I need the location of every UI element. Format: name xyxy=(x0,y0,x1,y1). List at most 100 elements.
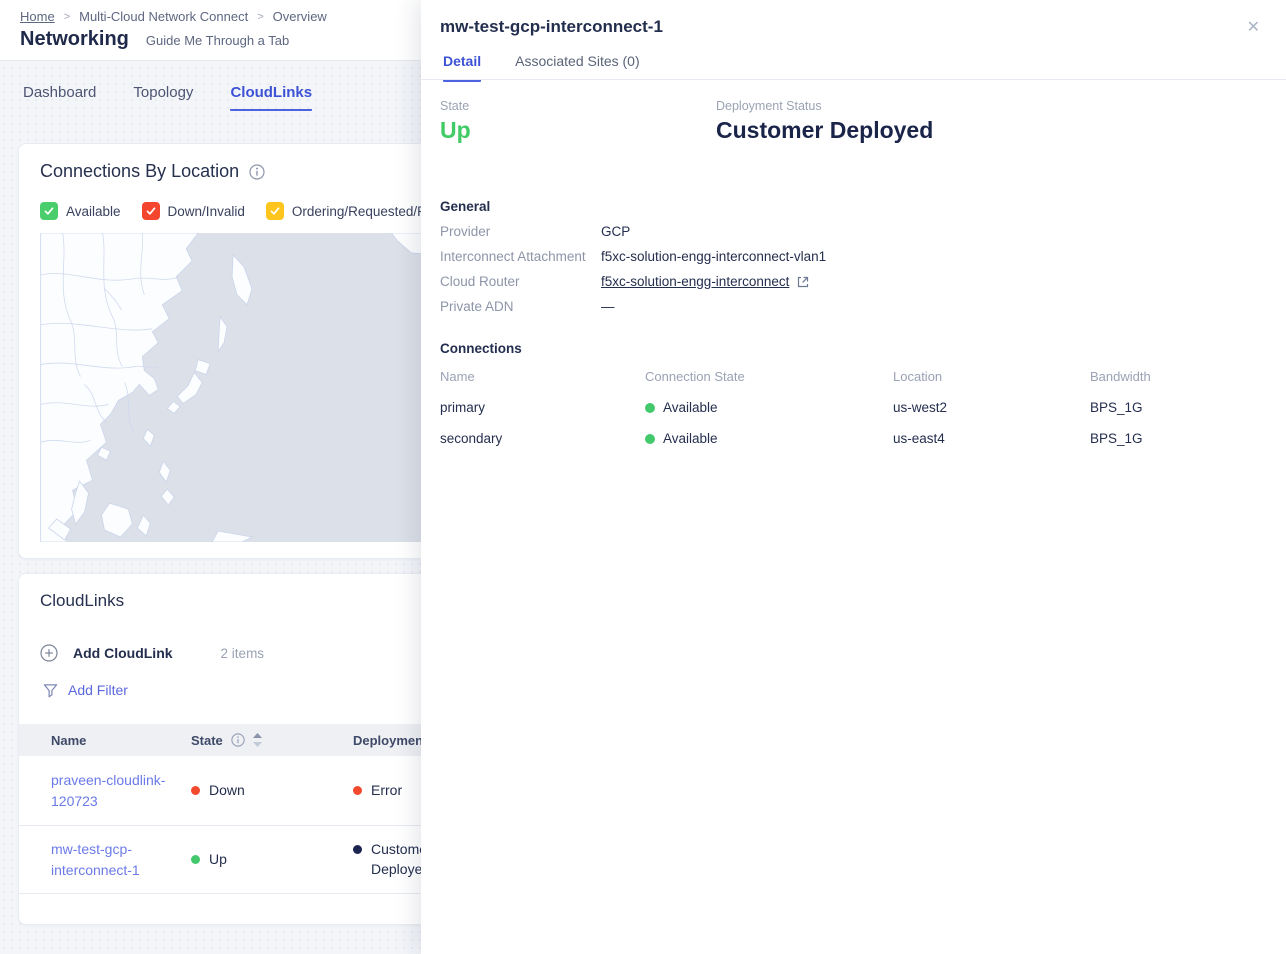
field-private-adn: Private ADN — xyxy=(440,299,1266,314)
col-header-bandwidth: Bandwidth xyxy=(1090,369,1266,384)
status-dot-icon xyxy=(353,845,362,854)
state-value: Down xyxy=(209,781,245,801)
connection-bandwidth: BPS_1G xyxy=(1090,400,1266,415)
tab-dashboard[interactable]: Dashboard xyxy=(23,84,96,111)
main-tab-bar: Dashboard Topology CloudLinks xyxy=(23,84,312,111)
field-provider: Provider GCP xyxy=(440,224,1266,239)
panel-body: State Up Deployment Status Customer Depl… xyxy=(421,80,1286,446)
deployment-value: Error xyxy=(371,781,402,801)
field-value: f5xc-solution-engg-interconnect-vlan1 xyxy=(601,249,826,264)
tab-associated-sites[interactable]: Associated Sites (0) xyxy=(515,53,640,82)
state-block: State Up xyxy=(440,99,716,144)
deployment-status-value: Customer Deployed xyxy=(716,117,933,144)
chevron-right-icon: > xyxy=(64,11,70,23)
status-dot-icon xyxy=(191,855,200,864)
plus-circle-icon xyxy=(40,644,58,662)
sort-icon[interactable] xyxy=(253,733,262,747)
breadcrumb: Home > Multi-Cloud Network Connect > Ove… xyxy=(20,9,327,24)
cloudlink-link[interactable]: mw-test-gcp-interconnect-1 xyxy=(51,839,179,880)
connection-location: us-west2 xyxy=(893,400,1090,415)
col-header-name[interactable]: Name xyxy=(51,733,191,748)
connection-name: secondary xyxy=(440,431,645,446)
col-header-location: Location xyxy=(893,369,1090,384)
connection-state-value: Available xyxy=(663,400,718,415)
cloud-router-link[interactable]: f5xc-solution-engg-interconnect xyxy=(601,274,810,289)
state-value: Up xyxy=(209,850,227,870)
deployment-status-block: Deployment Status Customer Deployed xyxy=(716,99,933,144)
connection-bandwidth: BPS_1G xyxy=(1090,431,1266,446)
check-icon xyxy=(42,204,56,218)
items-count: 2 items xyxy=(221,646,265,661)
page-title: Networking xyxy=(20,28,129,51)
cloudlinks-title: CloudLinks xyxy=(40,591,124,611)
connection-state-cell: Available xyxy=(645,400,893,415)
chevron-right-icon: > xyxy=(257,11,263,23)
state-cell: Down xyxy=(191,781,353,801)
world-map[interactable] xyxy=(40,233,460,542)
map-legend: Available Down/Invalid Ordering/Requeste… xyxy=(40,202,467,220)
cloudlinks-toolbar: Add CloudLink 2 items xyxy=(40,644,264,662)
tab-cloudlinks[interactable]: CloudLinks xyxy=(230,84,312,111)
field-label: Provider xyxy=(440,224,601,239)
cloud-router-link-label: f5xc-solution-engg-interconnect xyxy=(601,274,789,289)
status-dot-icon xyxy=(191,786,200,795)
info-icon[interactable] xyxy=(249,164,265,180)
legend-item-down-invalid: Down/Invalid xyxy=(142,202,245,220)
add-cloudlink-label: Add CloudLink xyxy=(73,645,173,661)
add-cloudlink-button[interactable]: Add CloudLink xyxy=(40,644,173,662)
field-value: GCP xyxy=(601,224,630,239)
title-row: Networking Guide Me Through a Tab xyxy=(20,28,289,51)
add-filter-button[interactable]: Add Filter xyxy=(43,682,128,698)
external-link-icon xyxy=(796,275,810,289)
check-icon xyxy=(144,204,158,218)
state-cell: Up xyxy=(191,850,353,870)
field-label: Interconnect Attachment xyxy=(440,249,601,264)
col-header-name: Name xyxy=(440,369,645,384)
breadcrumb-overview: Overview xyxy=(273,9,327,24)
panel-tab-bar: Detail Associated Sites (0) xyxy=(443,53,640,82)
connections-table-header: Name Connection State Location Bandwidth xyxy=(440,369,1266,384)
check-icon xyxy=(268,204,282,218)
table-row: secondary Available us-east4 BPS_1G xyxy=(440,431,1266,446)
legend-label-down-invalid: Down/Invalid xyxy=(168,204,245,219)
table-row: primary Available us-west2 BPS_1G xyxy=(440,400,1266,415)
cloudlink-link[interactable]: praveen-cloudlink-120723 xyxy=(51,770,179,811)
guide-me-link[interactable]: Guide Me Through a Tab xyxy=(146,33,289,48)
close-icon[interactable]: ✕ xyxy=(1247,20,1260,36)
info-icon[interactable] xyxy=(231,733,245,747)
general-section: General Provider GCP Interconnect Attach… xyxy=(440,199,1266,314)
connections-by-location-title: Connections By Location xyxy=(40,161,239,182)
breadcrumb-mcn-connect[interactable]: Multi-Cloud Network Connect xyxy=(79,9,248,24)
status-dot-icon xyxy=(645,434,655,444)
col-header-state-label: State xyxy=(191,733,223,748)
add-filter-label: Add Filter xyxy=(68,682,128,698)
connections-section: Connections Name Connection State Locati… xyxy=(440,341,1266,446)
tab-detail[interactable]: Detail xyxy=(443,53,481,82)
connection-state-cell: Available xyxy=(645,431,893,446)
breadcrumb-home[interactable]: Home xyxy=(20,9,55,24)
legend-label-available: Available xyxy=(66,204,121,219)
connection-name: primary xyxy=(440,400,645,415)
general-heading: General xyxy=(440,199,1266,214)
connection-location: us-east4 xyxy=(893,431,1090,446)
checkbox-ordering[interactable] xyxy=(266,202,284,220)
connections-heading: Connections xyxy=(440,341,1266,356)
checkbox-available[interactable] xyxy=(40,202,58,220)
field-label: Private ADN xyxy=(440,299,601,314)
panel-title: mw-test-gcp-interconnect-1 xyxy=(440,17,663,37)
col-header-state[interactable]: State xyxy=(191,733,353,748)
field-label: Cloud Router xyxy=(440,274,601,289)
field-cloud-router: Cloud Router f5xc-solution-engg-intercon… xyxy=(440,274,1266,289)
state-value: Up xyxy=(440,117,716,144)
field-value: — xyxy=(601,299,615,314)
status-summary: State Up Deployment Status Customer Depl… xyxy=(440,99,1266,144)
field-interconnect-attachment: Interconnect Attachment f5xc-solution-en… xyxy=(440,249,1266,264)
state-label: State xyxy=(440,99,716,113)
tab-topology[interactable]: Topology xyxy=(133,84,193,111)
checkbox-down-invalid[interactable] xyxy=(142,202,160,220)
legend-item-available: Available xyxy=(40,202,121,220)
col-header-connection-state: Connection State xyxy=(645,369,893,384)
deployment-status-label: Deployment Status xyxy=(716,99,933,113)
status-dot-icon xyxy=(353,786,362,795)
connection-state-value: Available xyxy=(663,431,718,446)
